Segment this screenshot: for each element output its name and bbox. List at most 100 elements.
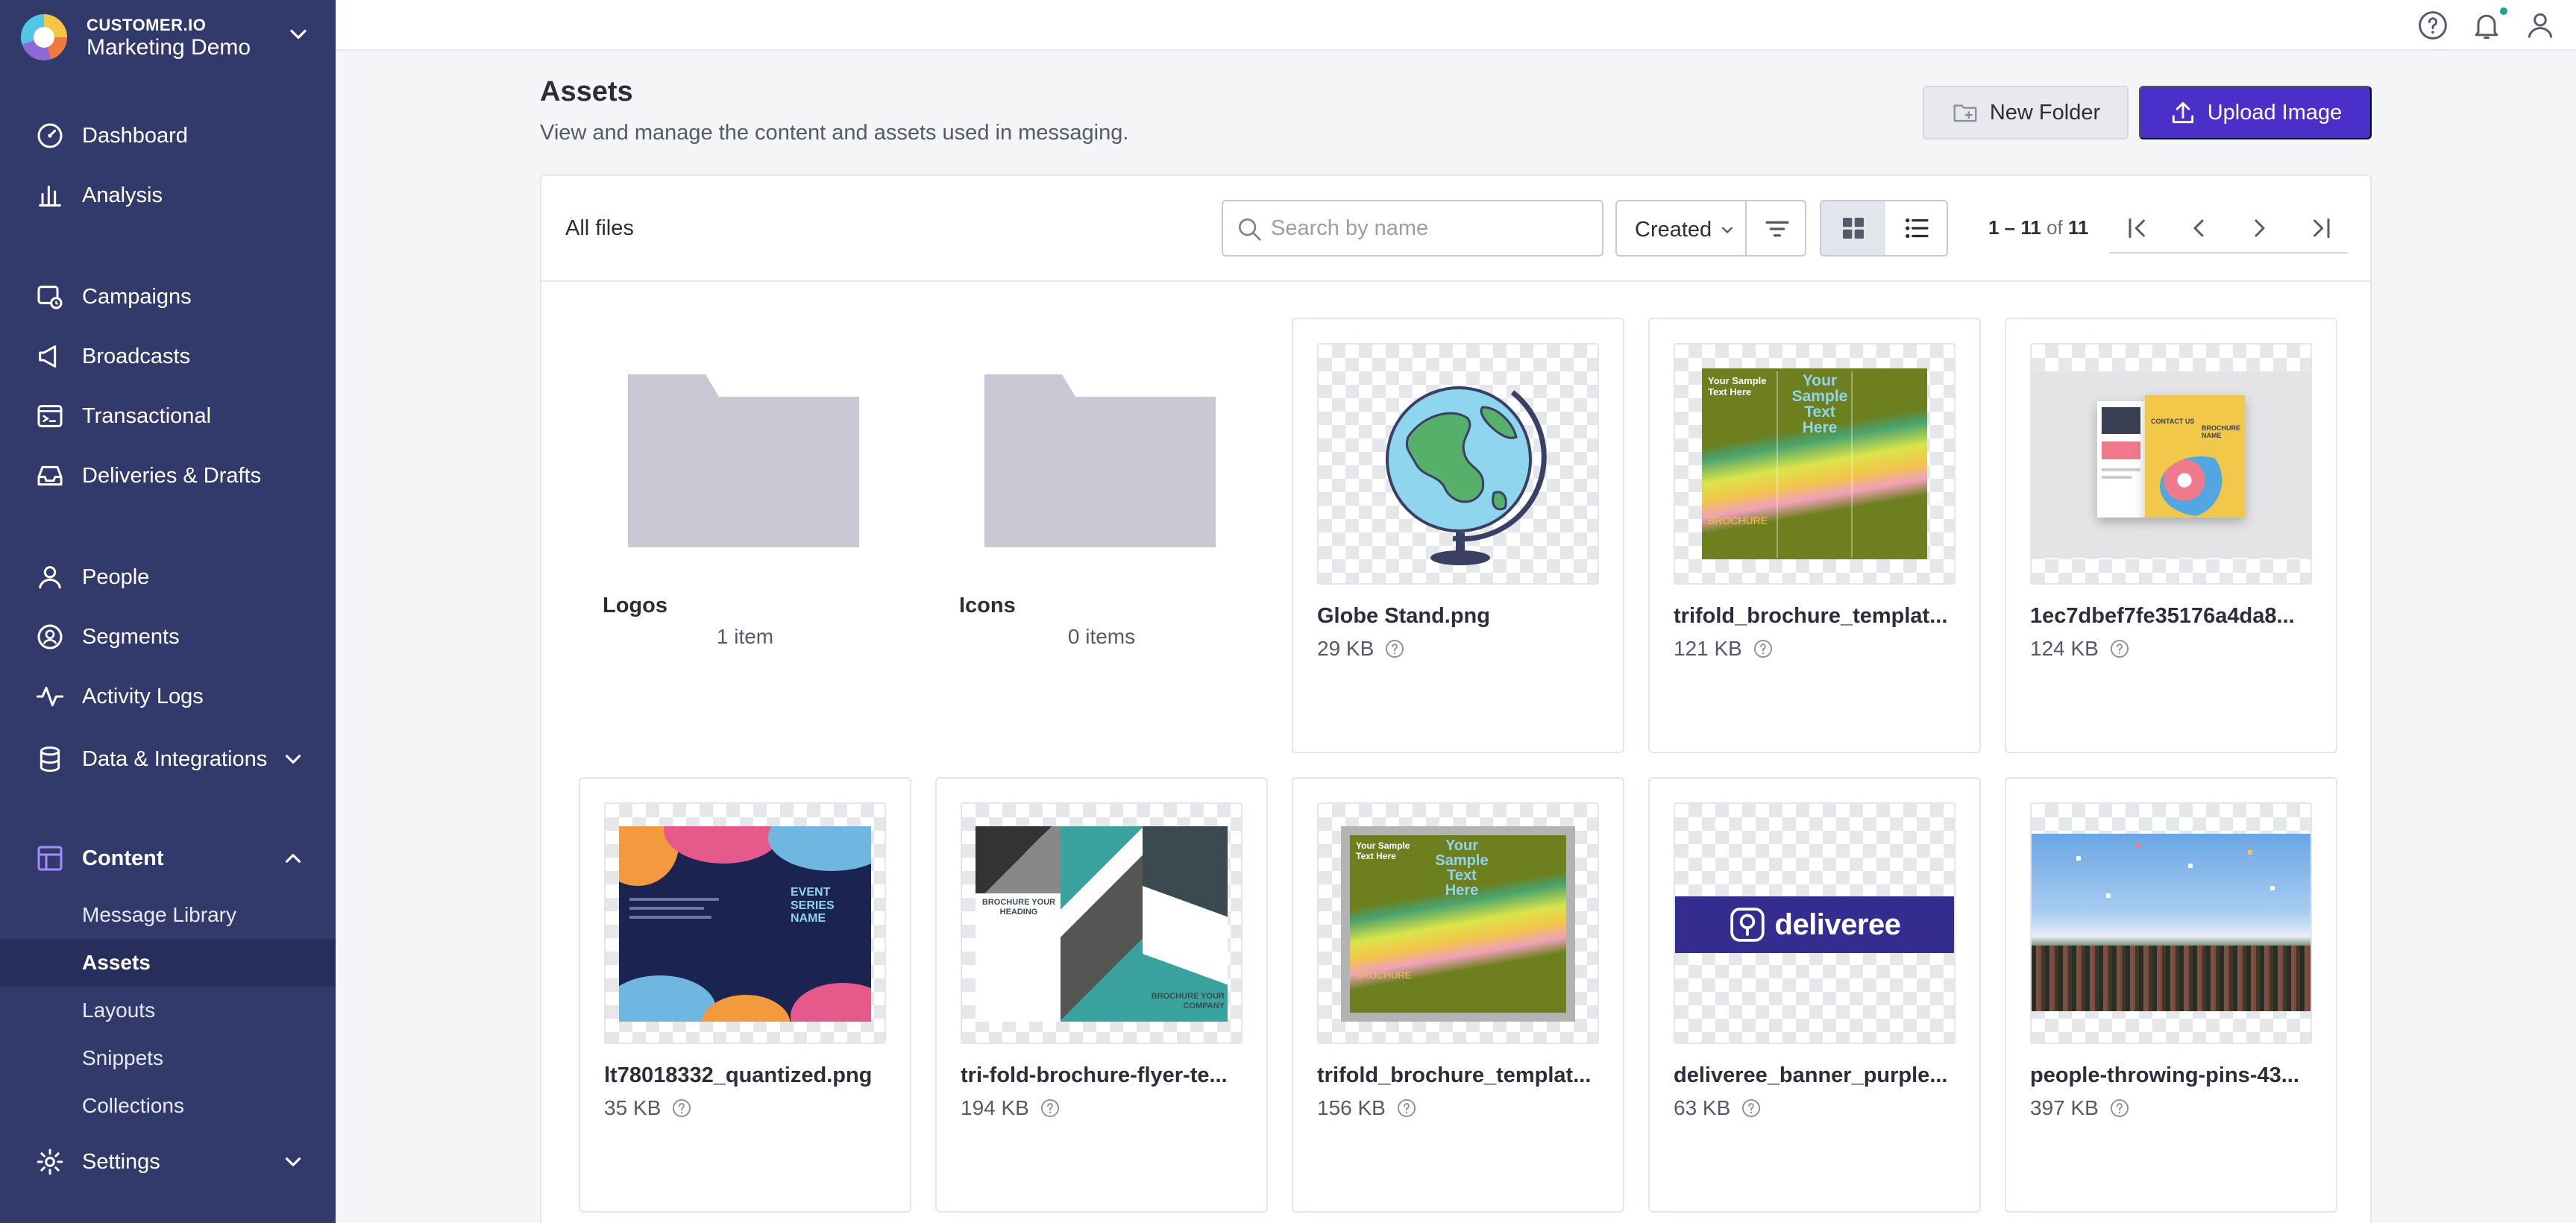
- view-toggle: [1820, 200, 1948, 257]
- asset-size-value: 35 KB: [604, 1096, 662, 1119]
- asset-card[interactable]: deliveree deliveree_banner_purple... 63 …: [1648, 777, 1981, 1213]
- folder-icon: [984, 374, 1216, 547]
- asset-thumbnail: [1317, 343, 1599, 585]
- sidebar-item-campaigns[interactable]: Campaigns: [0, 270, 336, 324]
- list-icon: [1906, 218, 1929, 239]
- asset-card[interactable]: people-throwing-pins-43... 397 KB: [2005, 777, 2337, 1213]
- fold-line: [1851, 371, 1853, 558]
- panel-block: [2102, 407, 2140, 434]
- sidebar-item-label: Deliveries & Drafts: [82, 463, 262, 488]
- last-page-icon[interactable]: [2306, 213, 2336, 243]
- user-icon[interactable]: [2524, 9, 2557, 42]
- asset-card[interactable]: Globe Stand.png 29 KB: [1292, 318, 1624, 753]
- help-icon[interactable]: [1384, 638, 1405, 659]
- workspace-switcher[interactable]: CUSTOMER.IO Marketing Demo: [21, 13, 319, 60]
- deliveree-logo-icon: [1730, 908, 1765, 942]
- asset-size: 35 KB: [604, 1096, 692, 1120]
- sidebar-item-label: Broadcasts: [82, 344, 191, 368]
- sidebar-item-transactional[interactable]: Transactional: [0, 389, 336, 443]
- sidebar-subitem-layouts[interactable]: Layouts: [0, 987, 336, 1034]
- asset-card[interactable]: BROCHURE YOUR HEADING BROCHURE YOUR COMP…: [935, 777, 1268, 1213]
- sidebar-item-label: Snippets: [82, 1046, 163, 1069]
- help-icon[interactable]: [671, 1098, 692, 1119]
- asset-card[interactable]: CONTACT US BROCHURE NAME 1ec7dbef7fe3517…: [2005, 318, 2337, 753]
- sort-control: Created: [1615, 200, 1806, 257]
- event-flyer-image: EVENT SERIES NAME: [619, 826, 871, 1022]
- brochure-right-heading: BROCHURE YOUR COMPANY: [1151, 992, 1225, 1011]
- sidebar-item-label: Campaigns: [82, 284, 192, 309]
- sidebar-item-settings[interactable]: Settings: [0, 1135, 336, 1189]
- sidebar-item-broadcasts[interactable]: Broadcasts: [0, 330, 336, 383]
- folder-name: Logos: [603, 594, 667, 617]
- new-folder-button[interactable]: New Folder: [1923, 86, 2129, 139]
- help-icon[interactable]: [1753, 638, 1774, 659]
- asset-name: 1ec7dbef7fe35176a4da8...: [2030, 604, 2295, 628]
- help-icon[interactable]: [2109, 638, 2130, 659]
- sidebar-subitem-message-library[interactable]: Message Library: [0, 891, 336, 939]
- upload-image-button[interactable]: Upload Image: [2139, 86, 2372, 139]
- help-icon[interactable]: [1040, 1098, 1061, 1119]
- panel-line: [2102, 468, 2140, 471]
- flyer-blob: [664, 826, 783, 864]
- flyer-line: [629, 916, 711, 919]
- asset-name: deliveree_banner_purple...: [1674, 1063, 1948, 1087]
- sidebar-item-analysis[interactable]: Analysis: [0, 169, 336, 222]
- asset-card[interactable]: Your Sample Text Here Your Sample Text H…: [1648, 318, 1981, 753]
- sidebar-item-dashboard[interactable]: Dashboard: [0, 109, 336, 163]
- asset-card[interactable]: Your Sample Text Here Your Sample Text H…: [1292, 777, 1624, 1213]
- sidebar-subitem-assets[interactable]: Assets: [0, 939, 336, 987]
- sidebar-subitem-snippets[interactable]: Snippets: [0, 1034, 336, 1082]
- crowd-band: [2032, 946, 2310, 1011]
- pagination-controls: [2109, 203, 2348, 254]
- confetti: [2248, 850, 2252, 855]
- sort-direction-icon[interactable]: [1762, 213, 1793, 245]
- sidebar-subitem-collections[interactable]: Collections: [0, 1082, 336, 1130]
- help-icon[interactable]: [2416, 9, 2449, 42]
- divider: [1745, 201, 1747, 255]
- brochure-photo: [976, 826, 1061, 893]
- first-page-icon[interactable]: [2123, 213, 2152, 243]
- search-input[interactable]: [1271, 212, 1592, 245]
- asset-size: 397 KB: [2030, 1096, 2130, 1120]
- sidebar-item-label: Analysis: [82, 183, 163, 207]
- flyer-title: EVENT SERIES NAME: [791, 886, 835, 925]
- sidebar-item-deliveries[interactable]: Deliveries & Drafts: [0, 449, 336, 503]
- pagination-range: 1 – 11: [1988, 216, 2041, 239]
- breadcrumb[interactable]: All files: [565, 216, 634, 241]
- confetti: [2076, 856, 2081, 861]
- sidebar-item-segments[interactable]: Segments: [0, 610, 336, 664]
- activity-icon: [34, 681, 66, 712]
- help-icon[interactable]: [1741, 1098, 1762, 1119]
- brochure-footer: BROCHURE: [1708, 515, 1768, 526]
- brochure-footer: BROCHURE: [1356, 969, 1412, 981]
- globe-stand-image: [1386, 386, 1547, 565]
- sidebar-item-label: Message Library: [82, 903, 236, 926]
- folder-card-logos[interactable]: Logos 1 item: [579, 318, 911, 753]
- prev-page-icon[interactable]: [2184, 213, 2214, 243]
- sidebar-item-label: Transactional: [82, 403, 212, 428]
- sidebar-item-data-integrations[interactable]: Data & Integrations: [0, 732, 336, 786]
- next-page-icon[interactable]: [2245, 213, 2275, 243]
- sort-select[interactable]: Created: [1635, 218, 1712, 242]
- list-view-button[interactable]: [1885, 201, 1947, 255]
- asset-card[interactable]: EVENT SERIES NAME lt78018332_quantized.p…: [579, 777, 911, 1213]
- sidebar-item-activity-logs[interactable]: Activity Logs: [0, 670, 336, 723]
- sidebar-item-people[interactable]: People: [0, 550, 336, 604]
- sidebar-item-label: Dashboard: [82, 123, 188, 148]
- brochure-inner: Your Sample Text Here Your Sample Text H…: [1350, 835, 1566, 1013]
- sidebar-item-label: People: [82, 565, 150, 589]
- assets-toolbar: All files Created 1 – 11 of 11: [541, 176, 2370, 282]
- grid-view-button[interactable]: [1821, 201, 1885, 255]
- pagination-of: of: [2046, 216, 2063, 239]
- bell-icon[interactable]: [2470, 9, 2503, 42]
- confetti: [2188, 864, 2193, 868]
- search-icon: [1238, 218, 1261, 241]
- gear-icon: [34, 1146, 66, 1178]
- help-icon[interactable]: [2109, 1098, 2130, 1119]
- deliveree-wordmark: deliveree: [1774, 908, 1901, 941]
- database-icon: [34, 743, 66, 775]
- help-icon[interactable]: [1396, 1098, 1417, 1119]
- folder-card-icons[interactable]: Icons 0 items: [935, 318, 1268, 753]
- bar-chart-icon: [34, 180, 66, 211]
- sidebar-item-content[interactable]: Content: [0, 831, 336, 885]
